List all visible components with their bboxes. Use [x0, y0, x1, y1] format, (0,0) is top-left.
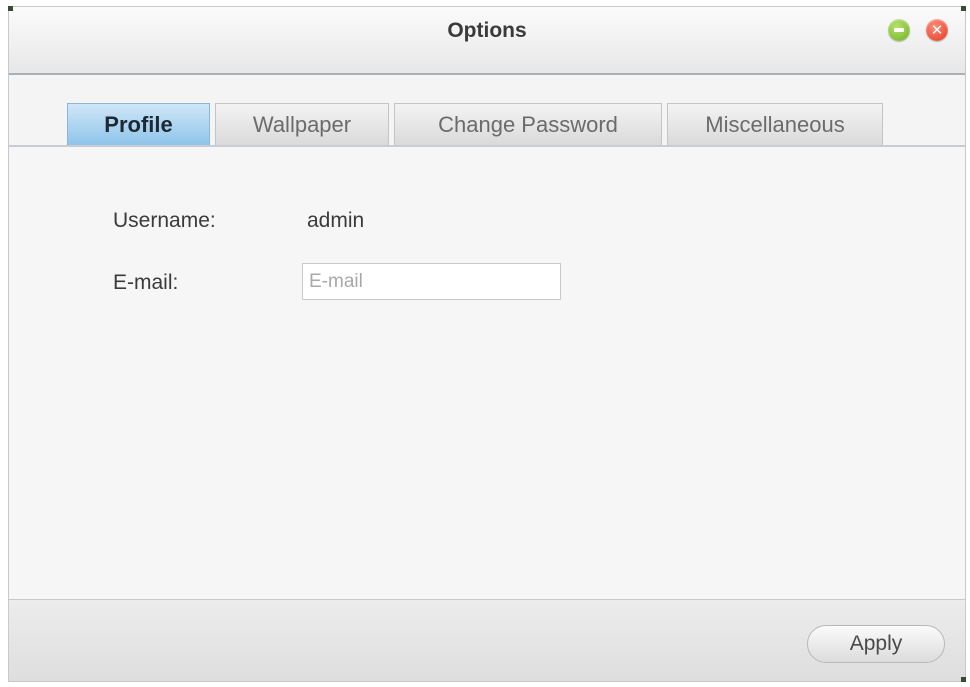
email-field[interactable]: [302, 263, 561, 300]
tab-wallpaper[interactable]: Wallpaper: [215, 103, 389, 145]
minimize-icon: [894, 28, 904, 32]
username-label: Username:: [113, 209, 216, 232]
tab-change-password[interactable]: Change Password: [394, 103, 662, 145]
options-window: Options ✕ Profile Wallpaper Change Passw…: [8, 6, 966, 682]
minimize-button[interactable]: [888, 19, 910, 41]
corner-mark-top-right: [961, 6, 966, 11]
corner-mark-top-left: [8, 6, 13, 11]
apply-button[interactable]: Apply: [807, 625, 945, 663]
close-button[interactable]: ✕: [926, 19, 948, 41]
email-label: E-mail:: [113, 271, 179, 294]
profile-panel: Username: admin E-mail:: [9, 147, 965, 599]
window-title: Options: [447, 19, 527, 42]
corner-mark-bottom-right: [961, 677, 966, 682]
footer-bar: Apply: [9, 599, 965, 681]
tab-profile[interactable]: Profile: [67, 103, 210, 145]
username-value: admin: [307, 209, 365, 232]
tab-miscellaneous[interactable]: Miscellaneous: [667, 103, 883, 145]
title-bar: Options ✕: [9, 7, 965, 75]
close-icon: ✕: [930, 21, 944, 39]
